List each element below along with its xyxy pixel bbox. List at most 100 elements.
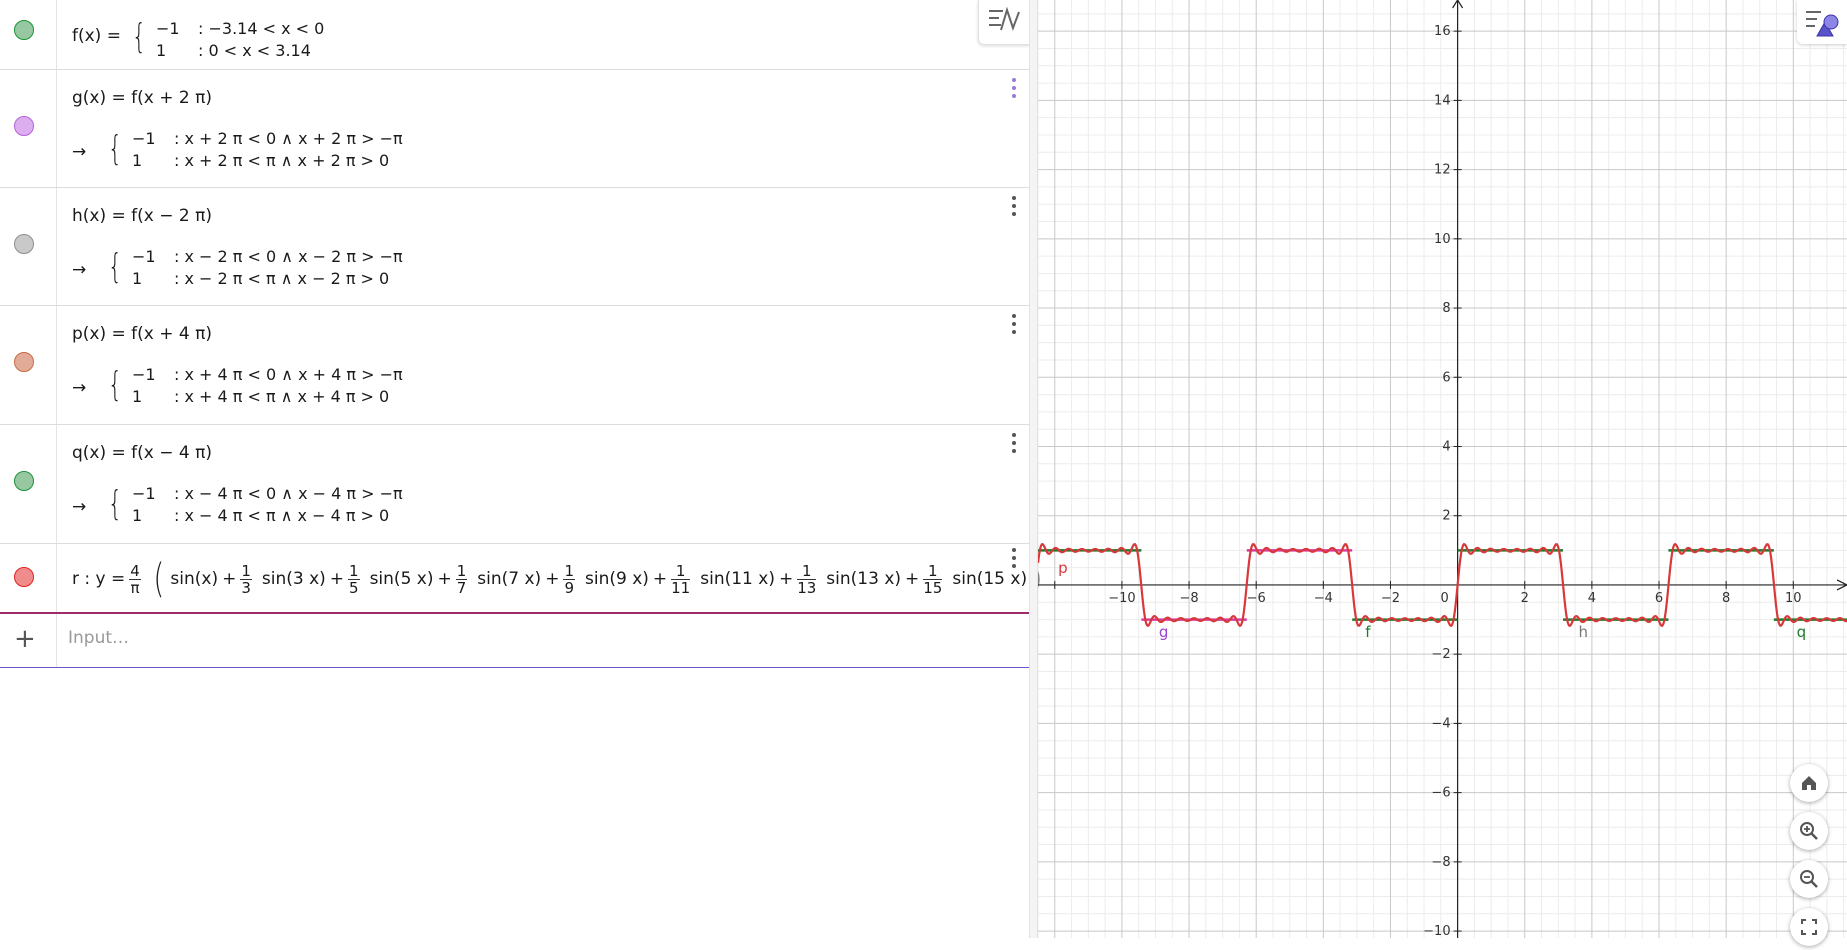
case-value: 1: [156, 41, 167, 60]
fraction-numerator: 1: [923, 563, 943, 580]
x-tick-label: −8: [1179, 591, 1198, 606]
output-arrow: →: [72, 142, 87, 162]
x-tick-label: −10: [1108, 591, 1135, 606]
curve-labels: p g f h q: [1058, 559, 1806, 641]
plus-sign: +: [329, 569, 345, 589]
brace: {: [108, 484, 123, 524]
fraction-numerator: 1: [671, 563, 691, 580]
case-condition: : x − 2 π < 0 ∧ x − 2 π > −π: [174, 247, 403, 266]
case-condition: : x + 2 π < π ∧ x + 2 π > 0: [174, 151, 390, 170]
fraction-denominator: 7: [456, 578, 467, 597]
algebra-input-field[interactable]: Input…: [68, 628, 129, 648]
more-options-button[interactable]: [1007, 433, 1021, 455]
plus-sign: +: [652, 569, 668, 589]
algebra-settings-button[interactable]: [978, 0, 1030, 45]
term-fraction: 1 13: [797, 563, 817, 597]
term-fraction: 15: [348, 563, 360, 596]
graph-canvas[interactable]: −10 −8 −6 −4 −2 0 2 4 6 8 10 16 14 12 10 8 6 4 2 −2 −4 −6 −8 −…: [1036, 0, 1847, 939]
algebra-row-f[interactable]: f(x) = { −1 : −3.14 < x < 0 1 : 0 < x < …: [0, 0, 1029, 70]
case-value: 1: [132, 387, 143, 406]
case-value: −1: [156, 19, 180, 38]
fraction-numerator: 1: [455, 561, 468, 580]
fraction-denominator: 13: [797, 578, 817, 597]
output-arrow: →: [72, 260, 87, 280]
definition-f: f(x) =: [72, 26, 121, 46]
term-2: sin(5 x): [369, 569, 434, 589]
definition-p: p(x) = f(x + 4 π): [72, 324, 212, 344]
brace: {: [108, 365, 123, 405]
term-fraction: 1 15: [923, 563, 943, 597]
visibility-toggle-p[interactable]: [14, 352, 34, 372]
case-condition: : x − 4 π < π ∧ x − 4 π > 0: [174, 506, 390, 525]
output-arrow: →: [72, 378, 87, 398]
curve-label-g: g: [1159, 623, 1169, 641]
x-tick-label: 0: [1440, 591, 1448, 606]
case-condition: : x + 2 π < 0 ∧ x + 2 π > −π: [174, 129, 403, 148]
case-value: −1: [132, 484, 156, 503]
x-tick-label: −2: [1381, 591, 1400, 606]
plus-sign: +: [778, 569, 794, 589]
term-1: sin(3 x): [261, 569, 326, 589]
x-tick-label: 4: [1588, 591, 1596, 606]
algebra-input-row[interactable]: + Input…: [0, 614, 1029, 668]
fraction-numerator: 4: [129, 561, 141, 580]
case-condition: : x − 4 π < 0 ∧ x − 4 π > −π: [174, 484, 403, 503]
brace: {: [132, 17, 147, 57]
curve-label-h: h: [1578, 623, 1588, 641]
x-tick-label: 6: [1655, 591, 1663, 606]
visibility-toggle-r[interactable]: [14, 567, 34, 587]
view-divider[interactable]: [1029, 0, 1038, 938]
algebra-row-g[interactable]: g(x) = f(x + 2 π) → { −1 : x + 2 π < 0 ∧…: [0, 70, 1029, 188]
visibility-toggle-g[interactable]: [14, 116, 34, 136]
plus-sign: +: [222, 569, 237, 589]
visibility-toggle-h[interactable]: [14, 234, 34, 254]
graphics-style-button[interactable]: [1797, 0, 1847, 44]
visibility-toggle-q[interactable]: [14, 471, 34, 491]
y-tick-label: −2: [1431, 647, 1450, 662]
case-condition: : −3.14 < x < 0: [198, 19, 325, 38]
more-options-button[interactable]: [1007, 78, 1021, 100]
algebra-row-h[interactable]: h(x) = f(x − 2 π) → { −1 : x − 2 π < 0 ∧…: [0, 188, 1029, 306]
open-paren: (: [153, 556, 165, 602]
curve-label-p: p: [1058, 559, 1068, 577]
case-value: 1: [132, 269, 143, 288]
fraction-denominator: 3: [241, 578, 251, 597]
zoom-out-button[interactable]: [1790, 860, 1828, 898]
algebra-row-p[interactable]: p(x) = f(x + 4 π) → { −1 : x + 4 π < 0 ∧…: [0, 306, 1029, 425]
graph-style-icon: [989, 6, 1020, 31]
term-5: sin(11 x): [700, 569, 775, 589]
r-label: r : y =: [72, 569, 126, 589]
y-tick-label: 4: [1442, 440, 1450, 455]
plus-sign: +: [905, 569, 920, 589]
case-condition: : x + 4 π < 0 ∧ x + 4 π > −π: [174, 365, 403, 384]
fullscreen-button[interactable]: [1790, 908, 1828, 946]
y-tick-label: −10: [1423, 924, 1450, 938]
x-tick-label: 10: [1785, 591, 1802, 606]
home-button[interactable]: [1790, 764, 1828, 802]
visibility-toggle-f[interactable]: [14, 20, 34, 40]
fraction-denominator: 11: [671, 578, 691, 597]
home-icon: [1802, 776, 1816, 790]
fraction-numerator: 1: [797, 563, 817, 580]
y-tick-label: 2: [1442, 509, 1450, 524]
algebra-view: f(x) = { −1 : −3.14 < x < 0 1 : 0 < x < …: [0, 0, 1042, 938]
definition-h: h(x) = f(x − 2 π): [72, 206, 212, 226]
algebra-row-q[interactable]: q(x) = f(x − 4 π) → { −1 : x − 4 π < 0 ∧…: [0, 425, 1029, 544]
fraction-numerator: 1: [240, 561, 252, 580]
fraction-denominator: 15: [923, 578, 943, 597]
add-object-button[interactable]: +: [14, 626, 36, 652]
definition-r: r : y = 4 π ( sin(x) + 13 sin(3 x) + 15 …: [72, 554, 1045, 604]
plus-sign: +: [437, 569, 452, 589]
zoom-in-button[interactable]: [1790, 812, 1828, 850]
zoom-out-icon: [1800, 870, 1818, 888]
case-condition: : x − 2 π < π ∧ x − 2 π > 0: [174, 269, 390, 288]
graphics-view[interactable]: −10 −8 −6 −4 −2 0 2 4 6 8 10 16 14 12 10 8 6 4 2 −2 −4 −6 −8 −…: [1036, 0, 1847, 939]
more-options-button[interactable]: [1007, 196, 1021, 218]
case-condition: : 0 < x < 3.14: [198, 41, 311, 60]
y-tick-label: 6: [1442, 370, 1450, 385]
x-tick-label: −6: [1247, 591, 1266, 606]
more-options-button[interactable]: [1007, 314, 1021, 336]
algebra-row-r[interactable]: r : y = 4 π ( sin(x) + 13 sin(3 x) + 15 …: [0, 544, 1042, 614]
zoom-in-icon: [1800, 822, 1818, 840]
term-7: sin(15 x): [952, 569, 1028, 589]
